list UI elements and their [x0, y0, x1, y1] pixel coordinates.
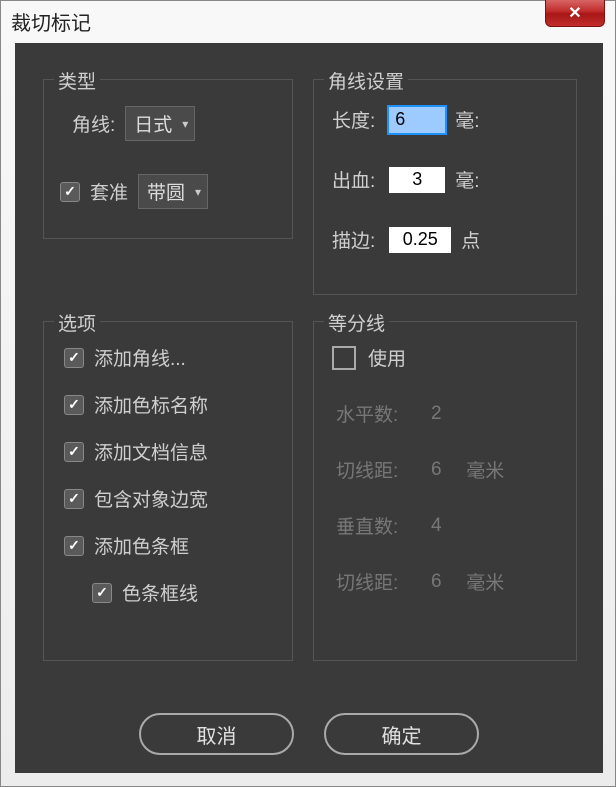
titlebar: 裁切标记 ✕: [1, 1, 615, 41]
corner-style-select[interactable]: 日式 ▾: [125, 106, 195, 141]
length-unit: 毫:: [455, 106, 479, 133]
option-label: 色条框线: [122, 579, 198, 606]
v-dist-input: 6: [416, 571, 456, 593]
cancel-label: 取消: [197, 720, 237, 749]
chevron-down-icon: ▾: [182, 117, 188, 131]
option-checkbox[interactable]: ✓: [92, 583, 112, 603]
use-dividers-label: 使用: [368, 344, 406, 371]
option-label: 添加色条框: [94, 532, 189, 559]
h-count-label: 水平数:: [336, 400, 398, 427]
chevron-down-icon: ▾: [195, 185, 201, 199]
option-label: 添加角线...: [94, 344, 186, 371]
v-dist-unit: 毫米: [466, 568, 504, 595]
fieldset-type: 类型 角线: 日式 ▾ ✓ 套准 带圆 ▾: [43, 79, 293, 239]
corner-style-label: 角线:: [72, 110, 115, 137]
h-dist-input: 6: [416, 459, 456, 481]
legend-corner-settings: 角线设置: [324, 67, 408, 94]
bleed-value: 3: [412, 169, 422, 189]
ok-button[interactable]: 确定: [324, 713, 479, 755]
h-count-input: 2: [416, 403, 456, 425]
option-checkbox[interactable]: ✓: [64, 395, 84, 415]
length-value: 6: [395, 109, 405, 129]
stroke-input[interactable]: 0.25: [389, 227, 451, 253]
corner-style-value: 日式: [134, 115, 172, 136]
window-title: 裁切标记: [11, 7, 91, 36]
v-dist-label: 切线距:: [336, 568, 398, 595]
h-dist-unit: 毫米: [466, 456, 504, 483]
legend-dividers: 等分线: [324, 309, 389, 336]
register-style-select[interactable]: 带圆 ▾: [138, 174, 208, 209]
length-label: 长度:: [332, 106, 375, 133]
dialog-window: 裁切标记 ✕ 类型 角线: 日式 ▾ ✓ 套准 带圆 ▾: [0, 0, 616, 787]
option-item: ✓ 色条框线: [92, 579, 208, 606]
option-item: ✓ 添加角线...: [64, 344, 208, 371]
use-dividers-checkbox[interactable]: [332, 346, 356, 370]
option-checkbox[interactable]: ✓: [64, 536, 84, 556]
option-checkbox[interactable]: ✓: [64, 489, 84, 509]
register-checkbox[interactable]: ✓: [60, 182, 80, 202]
option-item: ✓ 添加色条框: [64, 532, 208, 559]
option-checkbox[interactable]: ✓: [64, 348, 84, 368]
close-icon: ✕: [568, 3, 581, 23]
bleed-label: 出血:: [332, 166, 375, 193]
stroke-label: 描边:: [332, 226, 375, 253]
length-input[interactable]: 6: [389, 107, 445, 133]
ok-label: 确定: [382, 720, 422, 749]
fieldset-dividers: 等分线 使用 水平数: 2 切线距: 6 毫米 垂直数: 4 切线距: 6 毫米: [313, 321, 577, 661]
fieldset-corner-settings: 角线设置 长度: 6 毫: 出血: 3 毫: 描边: 0.25 点: [313, 79, 577, 295]
legend-options: 选项: [54, 309, 100, 336]
option-item: ✓ 添加文档信息: [64, 438, 208, 465]
register-label: 套准: [90, 178, 128, 205]
h-dist-label: 切线距:: [336, 456, 398, 483]
close-button[interactable]: ✕: [545, 0, 605, 27]
legend-type: 类型: [54, 67, 100, 94]
cancel-button[interactable]: 取消: [139, 713, 294, 755]
bleed-input[interactable]: 3: [389, 167, 445, 193]
options-list: ✓ 添加角线... ✓ 添加色标名称 ✓ 添加文档信息 ✓ 包含对象边宽 ✓: [64, 344, 208, 626]
option-item: ✓ 添加色标名称: [64, 391, 208, 418]
dialog-buttons: 取消 确定: [15, 713, 603, 755]
stroke-unit: 点: [461, 226, 480, 253]
bleed-unit: 毫:: [455, 166, 479, 193]
option-label: 添加色标名称: [94, 391, 208, 418]
dialog-content: 类型 角线: 日式 ▾ ✓ 套准 带圆 ▾ 角线设置 长度:: [15, 43, 603, 773]
option-label: 添加文档信息: [94, 438, 208, 465]
stroke-value: 0.25: [403, 229, 438, 249]
option-item: ✓ 包含对象边宽: [64, 485, 208, 512]
register-style-value: 带圆: [147, 183, 185, 204]
option-checkbox[interactable]: ✓: [64, 442, 84, 462]
fieldset-options: 选项 ✓ 添加角线... ✓ 添加色标名称 ✓ 添加文档信息 ✓ 包含对象边宽: [43, 321, 293, 661]
option-label: 包含对象边宽: [94, 485, 208, 512]
v-count-label: 垂直数:: [336, 512, 398, 539]
v-count-input: 4: [416, 515, 456, 537]
